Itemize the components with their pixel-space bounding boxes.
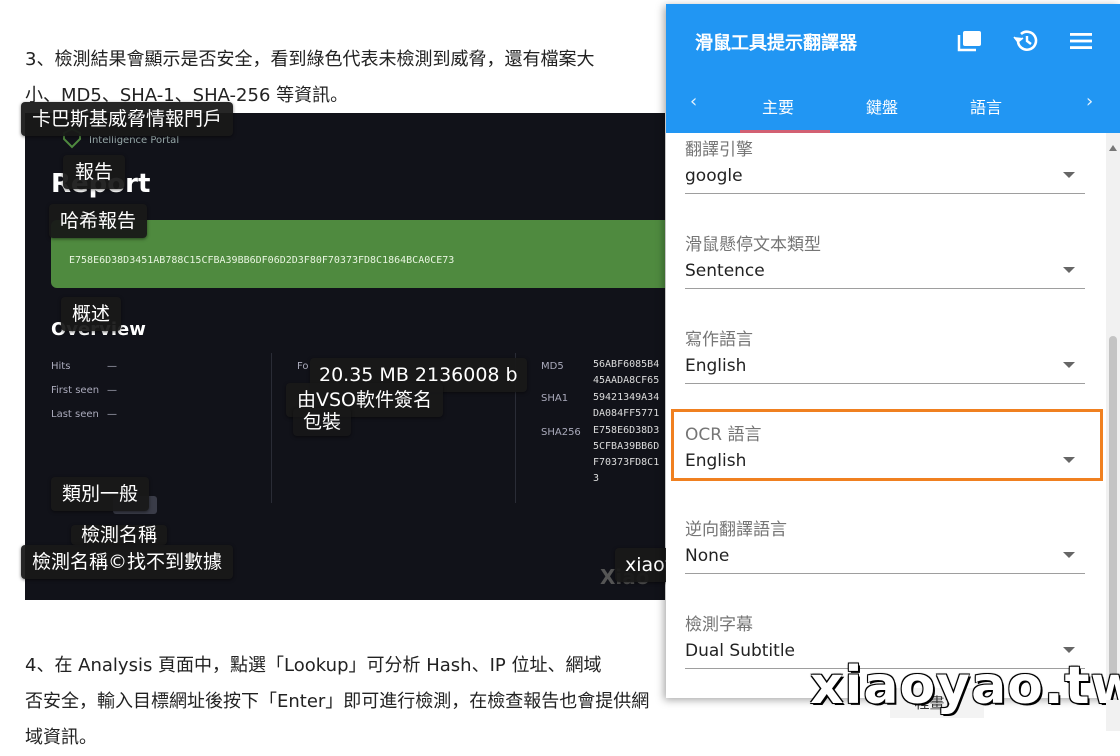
translation-tooltip: 檢測名稱 xyxy=(71,525,168,545)
dropdown-caret-icon xyxy=(1063,267,1075,273)
translation-tooltip: 包裝 xyxy=(293,408,352,436)
ocr-language-highlight xyxy=(671,409,1103,481)
field-value: Dual Subtitle xyxy=(685,641,796,661)
field-value: English xyxy=(685,356,747,376)
portal-subtitle: Intelligence Portal xyxy=(89,135,180,146)
scrollbar-thumb[interactable] xyxy=(1109,336,1117,676)
sha256-label: SHA256 xyxy=(541,427,581,438)
translation-tooltip: 類別一般 xyxy=(51,477,150,511)
sha1-label: SHA1 xyxy=(541,393,569,404)
field-label: 檢測字幕 xyxy=(685,615,753,635)
translation-tooltip: 哈希報告 xyxy=(49,204,148,238)
extension-popup: 滑鼠工具提示翻譯器 ‹ 主要 鍵盤 語言 › 翻譯引擎 google 滑鼠懸停文… xyxy=(666,4,1120,698)
tab-bar: ‹ 主要 鍵盤 語言 › xyxy=(666,86,1120,133)
field-value: None xyxy=(685,546,730,566)
field-label: 寫作語言 xyxy=(685,330,753,350)
scroll-up-arrow-icon[interactable] xyxy=(1109,145,1117,151)
field-label: 逆向翻譯語言 xyxy=(685,520,787,540)
sha256-value-line: 3 xyxy=(593,473,600,484)
tab-main[interactable]: 主要 xyxy=(762,94,794,118)
field-value: Sentence xyxy=(685,261,765,281)
tab-next-button[interactable]: › xyxy=(1086,91,1093,112)
site-watermark: xiaoyao.tw xyxy=(810,656,1120,716)
md5-label: MD5 xyxy=(541,361,564,372)
tab-keyboard[interactable]: 鍵盤 xyxy=(866,94,898,118)
sha256-value-line: F70373FD8C1 xyxy=(593,457,660,468)
column-divider xyxy=(271,353,272,503)
dropdown-caret-icon xyxy=(1063,647,1075,653)
md5-value-line: 45AADA8CF65 xyxy=(593,375,660,386)
sha1-value-line: DA084FF5771 xyxy=(593,408,660,419)
hits-label: Hits xyxy=(51,361,71,372)
last-seen-label: Last seen xyxy=(51,409,99,420)
writing-language-select[interactable]: 寫作語言 English xyxy=(685,325,1085,384)
first-seen-value: — xyxy=(107,385,117,396)
dropdown-caret-icon xyxy=(1063,172,1075,178)
menu-icon[interactable] xyxy=(1064,24,1098,58)
popup-header: 滑鼠工具提示翻譯器 ‹ 主要 鍵盤 語言 › xyxy=(666,4,1120,133)
dropdown-caret-icon xyxy=(1063,362,1075,368)
page-scrollbar-corner xyxy=(1106,700,1120,731)
translation-engine-select[interactable]: 翻譯引擎 google xyxy=(685,135,1085,194)
reverse-translation-language-select[interactable]: 逆向翻譯語言 None xyxy=(685,515,1085,574)
hash-value: E758E6D38D3451AB788C15CFBA39BB6DF06D2D3F… xyxy=(69,255,455,266)
tab-language[interactable]: 語言 xyxy=(970,94,1002,118)
hits-value: — xyxy=(107,361,117,372)
first-seen-label: First seen xyxy=(51,385,100,396)
dropdown-caret-icon xyxy=(1063,552,1075,558)
translation-tooltip: 概述 xyxy=(61,297,122,331)
translation-tooltip: 卡巴斯基威脅情報門戶 xyxy=(21,102,234,136)
field-label: 滑鼠懸停文本類型 xyxy=(685,235,821,255)
popup-title: 滑鼠工具提示翻譯器 xyxy=(695,33,857,54)
field-value: google xyxy=(685,166,743,186)
paragraph-line: 域資訊。 xyxy=(25,727,97,748)
settings-list: 翻譯引擎 google 滑鼠懸停文本類型 Sentence 寫作語言 Engli… xyxy=(666,133,1106,698)
translation-tooltip: 報告 xyxy=(63,155,126,189)
hover-text-type-select[interactable]: 滑鼠懸停文本類型 Sentence xyxy=(685,230,1085,289)
window-icon[interactable] xyxy=(953,24,987,58)
history-icon[interactable] xyxy=(1009,24,1043,58)
sha256-value-line: E758E6D38D3 xyxy=(593,425,660,436)
last-seen-value: — xyxy=(107,409,117,420)
sha1-value-line: 59421349A34 xyxy=(593,392,660,403)
md5-value-line: 56ABF6085B4 xyxy=(593,359,660,370)
sha256-value-line: 5CFBA39BB6D xyxy=(593,441,660,452)
tab-prev-button[interactable]: ‹ xyxy=(690,91,697,112)
fo-label: Fo xyxy=(297,361,309,372)
field-label: 翻譯引擎 xyxy=(685,140,753,160)
translation-tooltip: 檢測名稱©找不到數據 xyxy=(21,545,234,579)
popup-scrollbar[interactable] xyxy=(1106,133,1120,698)
